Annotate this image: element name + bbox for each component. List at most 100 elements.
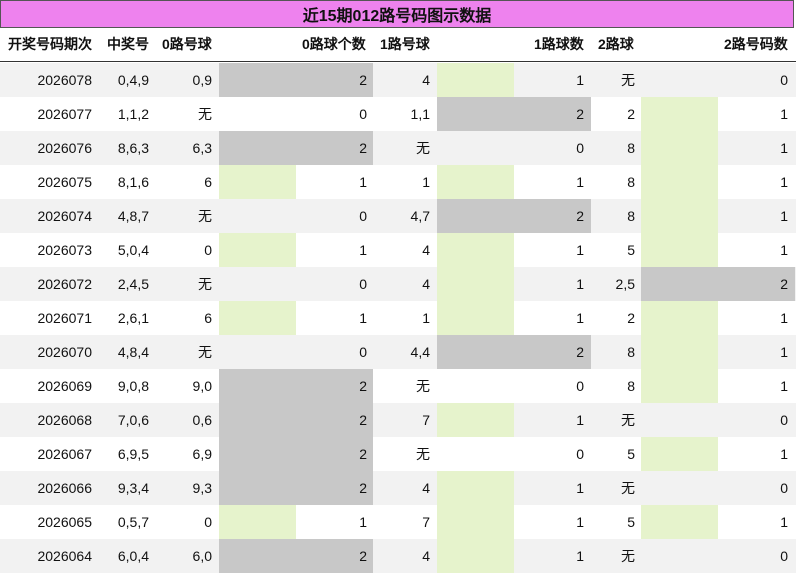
cell-c1: 1 bbox=[576, 412, 584, 428]
header-number: 中奖号 bbox=[107, 36, 149, 52]
cell-number: 8,1,6 bbox=[117, 174, 149, 190]
table-row: 2026070 4,8,4 无 0 4,4 2 8 1 bbox=[0, 335, 796, 369]
cell-r0: 0 bbox=[204, 514, 212, 530]
route1-mark bbox=[437, 267, 514, 301]
cell-r1: 7 bbox=[422, 514, 430, 530]
cell-c1: 1 bbox=[576, 174, 584, 190]
table-row: 2026065 0,5,7 0 1 7 1 5 1 bbox=[0, 505, 796, 539]
cell-number: 6,0,4 bbox=[117, 548, 149, 564]
header-r2: 2路球 bbox=[598, 36, 634, 52]
cell-r2: 无 bbox=[621, 548, 635, 564]
cell-c2: 1 bbox=[780, 514, 788, 530]
route2-mark bbox=[641, 267, 795, 301]
cell-number: 4,8,4 bbox=[117, 344, 149, 360]
cell-c0: 2 bbox=[359, 480, 367, 496]
cell-c1: 0 bbox=[576, 378, 584, 394]
cell-r2: 2,5 bbox=[615, 276, 635, 292]
cell-r2: 2 bbox=[627, 106, 635, 122]
cell-r2: 8 bbox=[627, 344, 635, 360]
cell-number: 2,4,5 bbox=[117, 276, 149, 292]
cell-issue: 2026074 bbox=[37, 208, 92, 224]
cell-c1: 0 bbox=[576, 140, 584, 156]
cell-c1: 1 bbox=[576, 480, 584, 496]
cell-r2: 8 bbox=[627, 140, 635, 156]
cell-c2: 1 bbox=[780, 140, 788, 156]
cell-c2: 1 bbox=[780, 174, 788, 190]
cell-c0: 2 bbox=[359, 446, 367, 462]
cell-number: 5,0,4 bbox=[117, 242, 149, 258]
route1-mark bbox=[437, 505, 514, 539]
header-row: 开奖号码期次 中奖号 0路号球 0路球个数 1路号球 1路球数 2路球 2路号码… bbox=[0, 28, 796, 62]
route1-mark bbox=[437, 233, 514, 267]
header-c1: 1路球数 bbox=[534, 36, 584, 52]
cell-issue: 2026071 bbox=[37, 310, 92, 326]
route1-mark bbox=[437, 539, 514, 573]
table-row: 2026068 7,0,6 0,6 2 7 1 无 0 bbox=[0, 403, 796, 437]
cell-r2: 5 bbox=[627, 242, 635, 258]
cell-r0: 无 bbox=[198, 208, 212, 224]
table-row: 2026067 6,9,5 6,9 2 无 0 5 1 bbox=[0, 437, 796, 471]
cell-c2: 1 bbox=[780, 446, 788, 462]
cell-r1: 无 bbox=[416, 378, 430, 394]
cell-number: 6,9,5 bbox=[117, 446, 149, 462]
route2-mark bbox=[641, 369, 718, 403]
cell-r1: 4 bbox=[422, 72, 430, 88]
route0-mark bbox=[219, 505, 296, 539]
route0-mark bbox=[219, 301, 296, 335]
cell-c2: 1 bbox=[780, 242, 788, 258]
cell-c0: 1 bbox=[359, 310, 367, 326]
cell-c1: 1 bbox=[576, 514, 584, 530]
route2-mark bbox=[641, 233, 718, 267]
cell-r2: 8 bbox=[627, 208, 635, 224]
cell-r1: 1,1 bbox=[410, 106, 430, 122]
route1-mark bbox=[437, 403, 514, 437]
cell-r0: 6 bbox=[204, 310, 212, 326]
route2-mark bbox=[641, 97, 718, 131]
cell-r0: 无 bbox=[198, 276, 212, 292]
cell-r1: 4,7 bbox=[410, 208, 430, 224]
route0-mark bbox=[219, 369, 373, 403]
cell-c0: 2 bbox=[359, 412, 367, 428]
route1-mark bbox=[437, 199, 591, 233]
route0-mark bbox=[219, 539, 373, 573]
cell-number: 0,4,9 bbox=[117, 72, 149, 88]
table-row: 2026075 8,1,6 6 1 1 1 8 1 bbox=[0, 165, 796, 199]
cell-number: 9,0,8 bbox=[117, 378, 149, 394]
header-r1: 1路号球 bbox=[380, 36, 430, 52]
table-row: 2026071 2,6,1 6 1 1 1 2 1 bbox=[0, 301, 796, 335]
cell-issue: 2026069 bbox=[37, 378, 92, 394]
route0-mark bbox=[219, 403, 373, 437]
cell-c1: 1 bbox=[576, 242, 584, 258]
route-012-table: 近15期012路号码图示数据 开奖号码期次 中奖号 0路号球 0路球个数 1路号… bbox=[0, 0, 796, 573]
cell-r0: 9,0 bbox=[192, 378, 212, 394]
route2-mark bbox=[641, 131, 718, 165]
route0-mark bbox=[219, 233, 296, 267]
cell-r0: 无 bbox=[198, 344, 212, 360]
cell-c2: 0 bbox=[780, 412, 788, 428]
cell-c0: 0 bbox=[359, 276, 367, 292]
route1-mark bbox=[437, 63, 514, 97]
cell-number: 2,6,1 bbox=[117, 310, 149, 326]
cell-c0: 0 bbox=[359, 208, 367, 224]
route2-mark bbox=[641, 199, 718, 233]
header-issue: 开奖号码期次 bbox=[8, 36, 92, 52]
table-title: 近15期012路号码图示数据 bbox=[0, 0, 794, 28]
cell-c2: 1 bbox=[780, 208, 788, 224]
cell-c0: 2 bbox=[359, 140, 367, 156]
table-row: 2026073 5,0,4 0 1 4 1 5 1 bbox=[0, 233, 796, 267]
cell-r2: 8 bbox=[627, 378, 635, 394]
cell-r0: 6,3 bbox=[192, 140, 212, 156]
route0-mark bbox=[219, 437, 373, 471]
route0-mark bbox=[219, 131, 373, 165]
table-row: 2026066 9,3,4 9,3 2 4 1 无 0 bbox=[0, 471, 796, 505]
table-row: 2026077 1,1,2 无 0 1,1 2 2 1 bbox=[0, 97, 796, 131]
route2-mark bbox=[641, 505, 718, 539]
cell-r0: 无 bbox=[198, 106, 212, 122]
cell-r0: 6 bbox=[204, 174, 212, 190]
cell-issue: 2026065 bbox=[37, 514, 92, 530]
cell-r1: 4 bbox=[422, 276, 430, 292]
cell-r2: 无 bbox=[621, 72, 635, 88]
header-r0: 0路号球 bbox=[162, 36, 212, 52]
cell-c0: 1 bbox=[359, 174, 367, 190]
route1-mark bbox=[437, 335, 591, 369]
